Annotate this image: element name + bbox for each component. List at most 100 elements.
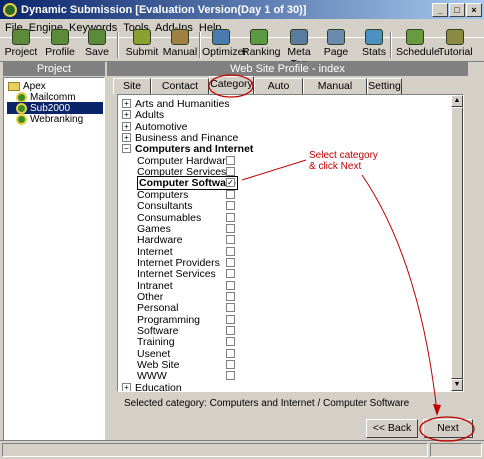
- expand-icon[interactable]: +: [122, 99, 131, 108]
- category-checkbox[interactable]: [226, 246, 235, 256]
- back-button[interactable]: << Back: [366, 419, 418, 438]
- tab-site-info[interactable]: Site Info: [113, 78, 151, 106]
- expand-icon[interactable]: +: [122, 382, 131, 391]
- tab-manual-engines[interactable]: Manual Engines: [303, 78, 367, 106]
- category-checkbox[interactable]: [226, 371, 235, 381]
- project-icon: [16, 102, 27, 114]
- scroll-thumb[interactable]: [451, 107, 463, 379]
- category-checkbox[interactable]: [226, 167, 235, 177]
- category-checkbox[interactable]: [226, 303, 235, 313]
- category-group-label: Arts and Humanities: [135, 98, 230, 110]
- category-group[interactable]: + Business and Finance: [122, 132, 238, 144]
- category-group[interactable]: + Education: [122, 382, 182, 391]
- category-item[interactable]: Other: [137, 291, 241, 303]
- category-item-label: Intranet: [137, 279, 173, 292]
- tab-setting[interactable]: Setting: [367, 78, 402, 94]
- category-checkbox[interactable]: [226, 280, 235, 290]
- category-checkbox[interactable]: [226, 223, 235, 233]
- schedule-icon: [406, 29, 424, 45]
- vertical-scrollbar[interactable]: ▲ ▼: [451, 95, 463, 391]
- category-item[interactable]: Consumables: [137, 212, 241, 224]
- category-item-label: WWW: [137, 370, 167, 383]
- toolbar-ranking-button[interactable]: Ranking: [242, 29, 281, 62]
- toolbar-tutorial-button[interactable]: Tutorial: [438, 29, 473, 62]
- category-checkbox[interactable]: [226, 212, 235, 222]
- category-checkbox[interactable]: [226, 155, 235, 165]
- category-item[interactable]: Personal: [137, 302, 241, 314]
- category-item[interactable]: Internet Providers: [137, 257, 241, 269]
- category-item[interactable]: Intranet: [137, 280, 241, 292]
- category-checkbox[interactable]: [226, 189, 235, 199]
- category-item-label: Training: [137, 336, 175, 349]
- category-item[interactable]: Computers: [137, 189, 241, 201]
- toolbar-project-button[interactable]: Project: [2, 29, 40, 62]
- toolbar-manual-button[interactable]: Manual: [162, 29, 198, 62]
- annotation-line: & click Next: [309, 161, 362, 172]
- category-item[interactable]: Games: [137, 223, 241, 235]
- toolbar-meta-tag-button[interactable]: Meta Tag: [280, 29, 318, 70]
- tab-category[interactable]: Category: [209, 76, 254, 95]
- tree-item-label: Sub2000: [30, 102, 71, 114]
- category-checkbox[interactable]: [226, 269, 235, 279]
- category-item[interactable]: Software: [137, 325, 241, 337]
- category-checkbox[interactable]: [226, 337, 235, 347]
- category-item[interactable]: Internet: [137, 246, 241, 258]
- category-item[interactable]: Internet Services: [137, 268, 241, 280]
- category-group[interactable]: + Automotive: [122, 121, 188, 133]
- toolbar-save-button[interactable]: Save: [80, 29, 114, 62]
- category-item-label: Programming: [137, 313, 201, 326]
- tab-auto-engines[interactable]: Auto Engines: [254, 78, 303, 106]
- toolbar-button-label: Submit: [125, 46, 159, 58]
- category-group[interactable]: + Adults: [122, 109, 164, 121]
- category-checkbox[interactable]: [226, 235, 235, 245]
- meta-tag-icon: [290, 29, 308, 45]
- expand-icon[interactable]: +: [122, 133, 131, 143]
- category-checkbox[interactable]: [226, 291, 235, 301]
- toolbar-submit-button[interactable]: Submit: [124, 29, 160, 62]
- toolbar-profile-button[interactable]: Profile: [42, 29, 78, 62]
- category-item[interactable]: Consultants: [137, 200, 241, 212]
- category-item[interactable]: Training: [137, 336, 241, 348]
- toolbar-stats-button[interactable]: Stats: [358, 29, 390, 62]
- toolbar-optimizer-button[interactable]: Optimizer: [202, 29, 247, 62]
- category-checkbox[interactable]: ✓: [226, 178, 235, 188]
- submit-icon: [133, 29, 151, 45]
- collapse-icon[interactable]: −: [122, 144, 131, 154]
- tree-item-webranking[interactable]: Webranking: [16, 113, 83, 125]
- maximize-button[interactable]: □: [449, 3, 465, 17]
- category-group[interactable]: + Arts and Humanities: [122, 98, 230, 110]
- toolbar-page-button[interactable]: Page: [320, 29, 352, 62]
- tree-root-label: Apex: [23, 80, 46, 92]
- category-checkbox[interactable]: [226, 314, 235, 324]
- category-checkbox[interactable]: [226, 257, 235, 267]
- scroll-down-button[interactable]: ▼: [451, 379, 463, 391]
- category-item[interactable]: Programming: [137, 314, 241, 326]
- category-item-label: Consumables: [137, 211, 202, 224]
- scroll-up-button[interactable]: ▲: [451, 95, 463, 107]
- category-item-label: Software: [137, 325, 179, 337]
- category-checkbox[interactable]: [226, 326, 235, 335]
- tab-contact-details[interactable]: Contact Details: [151, 78, 209, 106]
- expand-icon[interactable]: +: [122, 121, 131, 131]
- category-item[interactable]: Computer Software ✓: [137, 176, 241, 191]
- category-item[interactable]: Hardware: [137, 234, 241, 246]
- category-item[interactable]: WWW: [137, 370, 241, 382]
- toolbar-button-label: Page: [323, 46, 349, 58]
- category-item-label: Computer Hardware: [137, 154, 232, 167]
- next-button[interactable]: Next: [423, 419, 473, 438]
- category-list[interactable]: + Arts and Humanities + Adults + Automotive + B…: [117, 94, 464, 392]
- expand-icon[interactable]: +: [122, 110, 131, 120]
- category-item[interactable]: Computer Hardware: [137, 155, 241, 167]
- toolbar-button-label: Profile: [45, 46, 75, 58]
- category-checkbox[interactable]: [226, 201, 235, 211]
- category-checkbox[interactable]: [226, 360, 235, 370]
- category-item[interactable]: Web Site: [137, 359, 241, 371]
- close-button[interactable]: ×: [466, 3, 482, 17]
- category-item[interactable]: Usenet: [137, 348, 241, 360]
- tree-item-label: Mailcomm: [30, 91, 76, 103]
- toolbar-schedule-button[interactable]: Schedule: [396, 29, 440, 62]
- category-checkbox[interactable]: [226, 348, 235, 358]
- category-group[interactable]: − Computers and Internet: [122, 143, 253, 155]
- category-group-label: Computers and Internet: [135, 143, 254, 156]
- minimize-button[interactable]: _: [432, 3, 448, 17]
